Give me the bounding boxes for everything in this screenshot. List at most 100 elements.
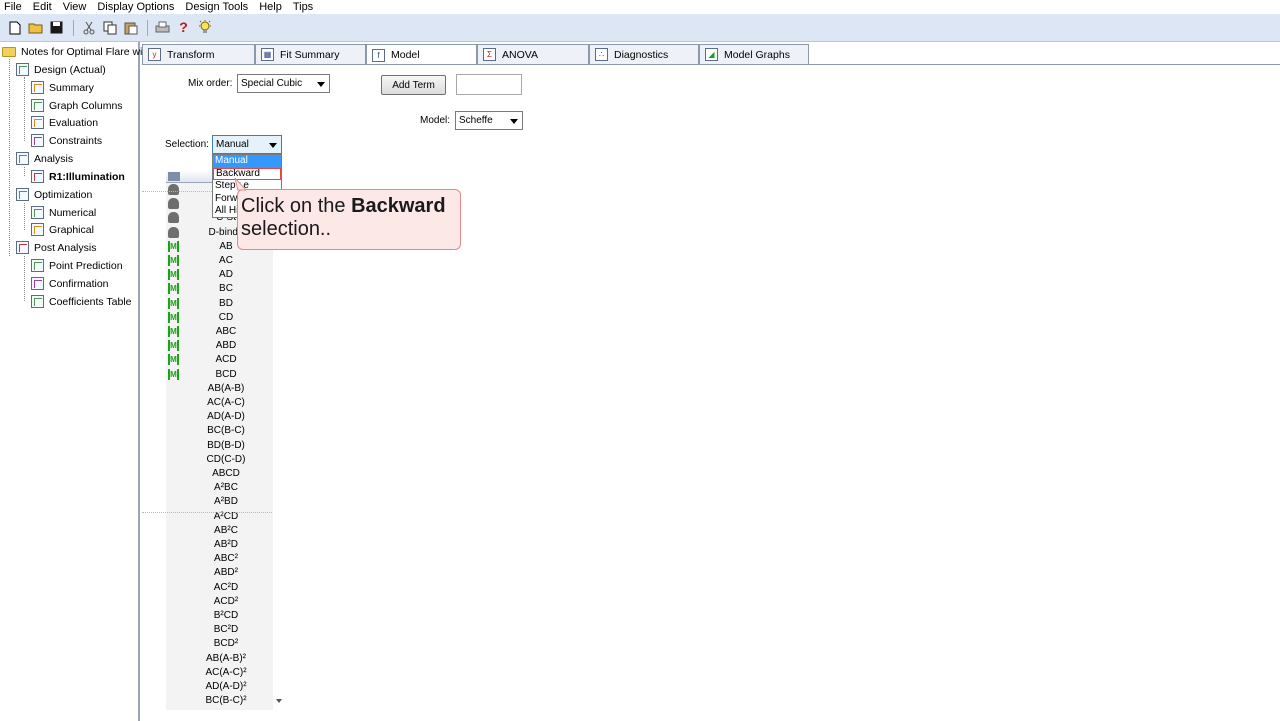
term-row[interactable]: BC(B-C) [166,424,273,438]
lock-icon[interactable] [168,184,179,195]
term-row[interactable]: ABC² [166,552,273,566]
term-row[interactable]: AB²D [166,538,273,552]
model-term-icon[interactable]: M [168,368,179,380]
add-term-input[interactable] [456,74,522,95]
copy-icon[interactable] [101,19,118,36]
tree-connector [24,256,25,301]
save-icon[interactable] [48,19,65,36]
term-name: CD(C-D) [206,453,246,465]
term-row[interactable]: A²BD [166,495,273,509]
model-value: Scheffe [459,115,493,126]
print-icon[interactable] [154,19,171,36]
term-row[interactable]: AD(A-D) [166,410,273,424]
model-term-icon[interactable]: M [168,297,179,309]
tree-item-constraints[interactable]: Constraints [31,132,102,149]
selection-select[interactable]: Manual [212,135,282,154]
term-row[interactable]: ACD² [166,595,273,609]
term-row[interactable]: ABD² [166,566,273,580]
tree-item-summary[interactable]: Summary [31,79,94,96]
model-term-icon[interactable]: M [168,255,179,266]
model-term-icon[interactable]: M [168,311,179,323]
model-term-icon[interactable]: M [168,283,179,295]
paste-icon[interactable] [122,19,139,36]
tips-bulb-icon[interactable] [196,19,213,36]
term-row[interactable]: M BCD [166,368,273,382]
tree-item-confirmation[interactable]: Confirmation [31,275,109,292]
menu-view[interactable]: View [58,0,93,14]
option-manual[interactable]: Manual [213,155,281,168]
term-row[interactable]: M ABD [166,339,273,353]
term-row[interactable]: AB(A-B) [166,382,273,396]
term-row[interactable]: AB²C [166,524,273,538]
coefficients-table-icon [31,295,44,308]
open-icon[interactable] [27,19,44,36]
term-row[interactable]: BCD² [166,637,273,651]
menu-design-tools[interactable]: Design Tools [180,0,254,14]
tab-anova[interactable]: Σ ANOVA [477,44,589,64]
term-row[interactable]: AC(A-C)² [166,666,273,680]
term-row[interactable]: M BC [166,282,273,296]
lock-icon[interactable] [168,198,179,210]
model-term-icon[interactable]: M [168,269,179,281]
term-row[interactable]: M AC [166,254,273,268]
tree-item-response-illumination[interactable]: R1:Illumination [31,168,125,185]
option-backward[interactable]: Backward [213,167,281,180]
term-row[interactable]: AB(A-B)² [166,652,273,666]
term-row[interactable]: CD(C-D) [166,453,273,467]
help-icon[interactable]: ? [175,19,192,36]
model-term-icon[interactable]: M [168,326,179,337]
tree-item-evaluation[interactable]: Evaluation [31,114,98,131]
tree-item-graphical[interactable]: Graphical [31,221,94,238]
menu-display-options[interactable]: Display Options [92,0,180,14]
term-row[interactable]: M ABC [166,325,273,339]
tree-item-label: Analysis [34,152,74,165]
mix-order-select[interactable]: Special Cubic [237,74,330,93]
add-term-button[interactable]: Add Term [381,75,446,95]
term-row[interactable]: AC(A-C) [166,396,273,410]
tree-item-coefficients-table[interactable]: Coefficients Table [31,293,132,310]
model-term-icon[interactable]: M [168,354,179,366]
scroll-down-icon[interactable] [276,699,282,703]
model-select[interactable]: Scheffe [455,111,523,130]
term-row[interactable]: A²BC [166,481,273,495]
tree-root[interactable]: Notes for Optimal Flare wit [2,43,145,60]
lock-icon[interactable] [168,226,179,238]
tree-item-design[interactable]: Design (Actual) [16,61,106,78]
tree-item-numerical[interactable]: Numerical [31,204,96,221]
menu-tips[interactable]: Tips [288,0,319,14]
cut-icon[interactable] [80,19,97,36]
term-row[interactable]: B²CD [166,609,273,623]
tree-item-post-analysis[interactable]: Post Analysis [16,239,96,256]
model-term-icon[interactable]: M [168,240,179,252]
menu-help[interactable]: Help [254,0,288,14]
model-term-icon[interactable]: M [168,340,179,352]
header-marker-icon [168,172,180,181]
term-row[interactable]: BC²D [166,623,273,637]
tree-item-point-prediction[interactable]: Point Prediction [31,257,123,274]
term-name: B²CD [213,610,239,621]
term-row[interactable]: BC(B-C)² [166,694,273,708]
term-row[interactable]: ABCD [166,467,273,481]
tree-item-graph-columns[interactable]: Graph Columns [31,97,123,114]
tab-diagnostics[interactable]: ∴ Diagnostics [589,44,699,64]
term-row[interactable]: AD(A-D)² [166,680,273,694]
tab-transform[interactable]: y Transform [142,44,255,64]
term-row[interactable]: M ACD [166,353,273,367]
chevron-down-icon [317,82,325,87]
menu-file[interactable]: File [0,0,28,14]
tree-item-optimization[interactable]: Optimization [16,186,92,203]
lock-icon[interactable] [168,212,179,224]
tree-item-analysis[interactable]: Analysis [16,150,73,167]
tab-model-graphs[interactable]: ◢ Model Graphs [699,44,809,64]
tab-fit-summary[interactable]: ▦ Fit Summary [255,44,366,64]
term-row[interactable]: BD(B-D) [166,439,273,453]
graphical-icon [31,223,44,236]
term-row[interactable]: M AD [166,268,273,282]
term-row[interactable]: M CD [166,311,273,325]
tab-model[interactable]: f Model [366,44,477,65]
term-row[interactable]: AC²D [166,581,273,595]
new-icon[interactable] [6,19,23,36]
tree-item-label: Post Analysis [34,241,97,254]
menu-edit[interactable]: Edit [28,0,58,14]
term-row[interactable]: M BD [166,297,273,311]
